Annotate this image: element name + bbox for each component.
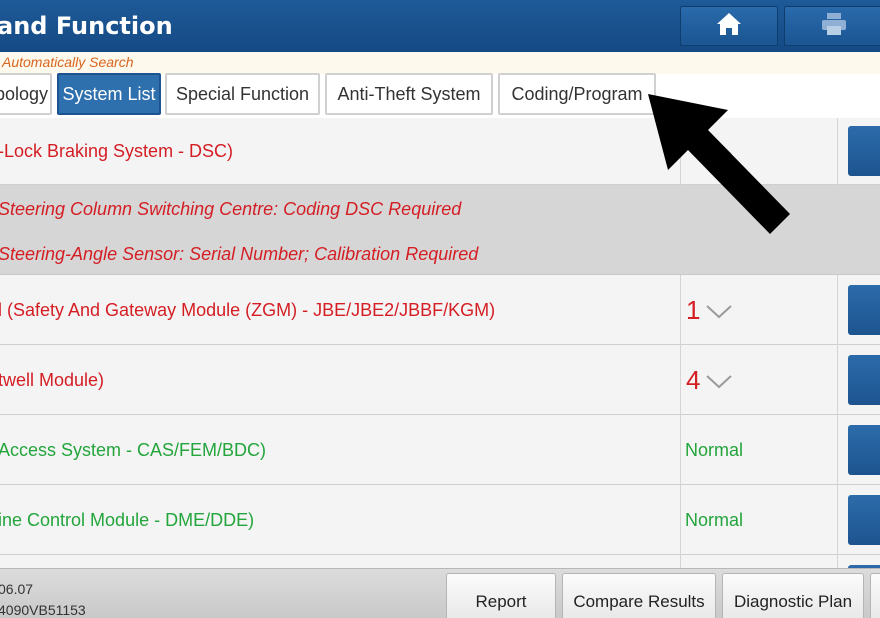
- chevron-down-icon[interactable]: [705, 303, 733, 324]
- tab-special-function[interactable]: Special Function: [165, 73, 320, 115]
- system-row-zgm[interactable]: l (Safety And Gateway Module (ZGM) - JBE…: [0, 275, 880, 345]
- compare-results-button[interactable]: Compare Results: [562, 573, 716, 618]
- status-normal: Normal: [685, 510, 744, 530]
- status-cell: Normal: [680, 415, 838, 485]
- fault-item: Steering-Angle Sensor: Serial Number; Ca…: [0, 244, 479, 264]
- system-name: -Lock Braking System - DSC): [0, 141, 234, 161]
- title-bar: and Function: [0, 0, 880, 52]
- row-action-button[interactable]: [848, 126, 880, 176]
- home-icon: [716, 12, 742, 41]
- status-normal: Normal: [685, 440, 744, 460]
- print-button[interactable]: [784, 6, 880, 46]
- system-name: l (Safety And Gateway Module (ZGM) - JBE…: [0, 300, 496, 320]
- row-action-button[interactable]: [848, 425, 880, 475]
- report-button[interactable]: Report: [446, 573, 556, 618]
- tab-topology[interactable]: pology: [0, 73, 52, 115]
- status-cell: [680, 555, 838, 568]
- system-name: ine Control Module - DME/DDE): [0, 510, 255, 530]
- version-number: 06.07: [0, 581, 34, 597]
- status-cell: 4: [680, 345, 838, 415]
- footer-more-button[interactable]: [870, 573, 880, 618]
- system-row-footwell[interactable]: twell Module) 4: [0, 345, 880, 415]
- chevron-down-icon[interactable]: [705, 373, 733, 394]
- system-row-partial[interactable]: [0, 555, 880, 568]
- page-title: and Function: [0, 12, 173, 40]
- fault-count: 4: [686, 365, 701, 395]
- tab-coding-program[interactable]: Coding/Program: [498, 73, 656, 115]
- system-name: twell Module): [0, 370, 105, 390]
- pointer-arrow-icon: [640, 88, 800, 253]
- fault-item: Steering Column Switching Centre: Coding…: [0, 199, 462, 219]
- row-action-button[interactable]: [848, 285, 880, 335]
- row-action-button[interactable]: [848, 495, 880, 545]
- status-cell: 1: [680, 275, 838, 345]
- tab-system-list[interactable]: System List: [57, 73, 161, 115]
- system-row-cas[interactable]: Access System - CAS/FEM/BDC) Normal: [0, 415, 880, 485]
- tab-anti-theft-system[interactable]: Anti-Theft System: [325, 73, 493, 115]
- auto-search-label[interactable]: Automatically Search: [2, 54, 134, 70]
- status-cell: Normal: [680, 485, 838, 555]
- home-button[interactable]: [680, 6, 778, 46]
- serial-number: 4090VB51153: [0, 602, 86, 618]
- footer-bar: 06.07 4090VB51153 Report Compare Results…: [0, 568, 880, 618]
- system-name: Access System - CAS/FEM/BDC): [0, 440, 267, 460]
- auto-search-bar: Automatically Search: [0, 52, 880, 74]
- fault-count: 1: [686, 295, 701, 325]
- row-action-button[interactable]: [848, 355, 880, 405]
- printer-icon: [820, 12, 848, 41]
- system-row-dme[interactable]: ine Control Module - DME/DDE) Normal: [0, 485, 880, 555]
- diagnostic-plan-button[interactable]: Diagnostic Plan: [722, 573, 864, 618]
